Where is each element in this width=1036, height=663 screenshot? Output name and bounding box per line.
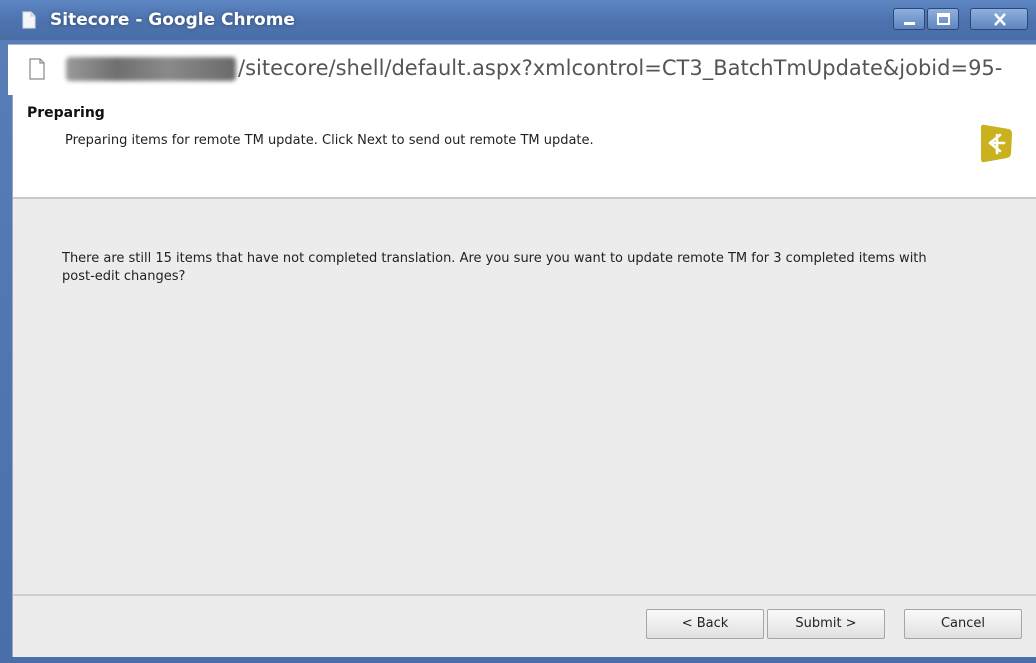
page-title: Preparing xyxy=(27,105,105,121)
page-icon xyxy=(29,58,45,80)
page-icon xyxy=(22,11,36,29)
minimize-button[interactable] xyxy=(893,8,925,30)
title-bar: Sitecore - Google Chrome xyxy=(0,0,1036,40)
back-button[interactable]: < Back xyxy=(646,609,764,639)
submit-button[interactable]: Submit > xyxy=(767,609,885,639)
sitecore-logo-icon xyxy=(981,124,1012,163)
confirmation-message: There are still 15 items that have not c… xyxy=(62,251,927,284)
window-title: Sitecore - Google Chrome xyxy=(50,10,295,30)
browser-window: Sitecore - Google Chrome /sitecore/shell… xyxy=(0,0,1036,663)
wizard-dialog: Preparing Preparing items for remote TM … xyxy=(12,95,1036,657)
window-bottom-border xyxy=(0,657,1036,663)
maximize-icon xyxy=(937,13,950,25)
wizard-header: Preparing Preparing items for remote TM … xyxy=(13,95,1036,199)
footer-divider xyxy=(13,594,1036,596)
cancel-button[interactable]: Cancel xyxy=(904,609,1022,639)
redacted-host xyxy=(66,57,236,81)
maximize-button[interactable] xyxy=(927,8,959,30)
close-button[interactable] xyxy=(970,8,1028,30)
minimize-icon xyxy=(904,22,915,25)
close-icon xyxy=(994,13,1006,26)
address-bar[interactable]: /sitecore/shell/default.aspx?xmlcontrol=… xyxy=(8,44,1036,95)
page-description: Preparing items for remote TM update. Cl… xyxy=(65,133,594,148)
url-text[interactable]: /sitecore/shell/default.aspx?xmlcontrol=… xyxy=(238,56,1036,80)
